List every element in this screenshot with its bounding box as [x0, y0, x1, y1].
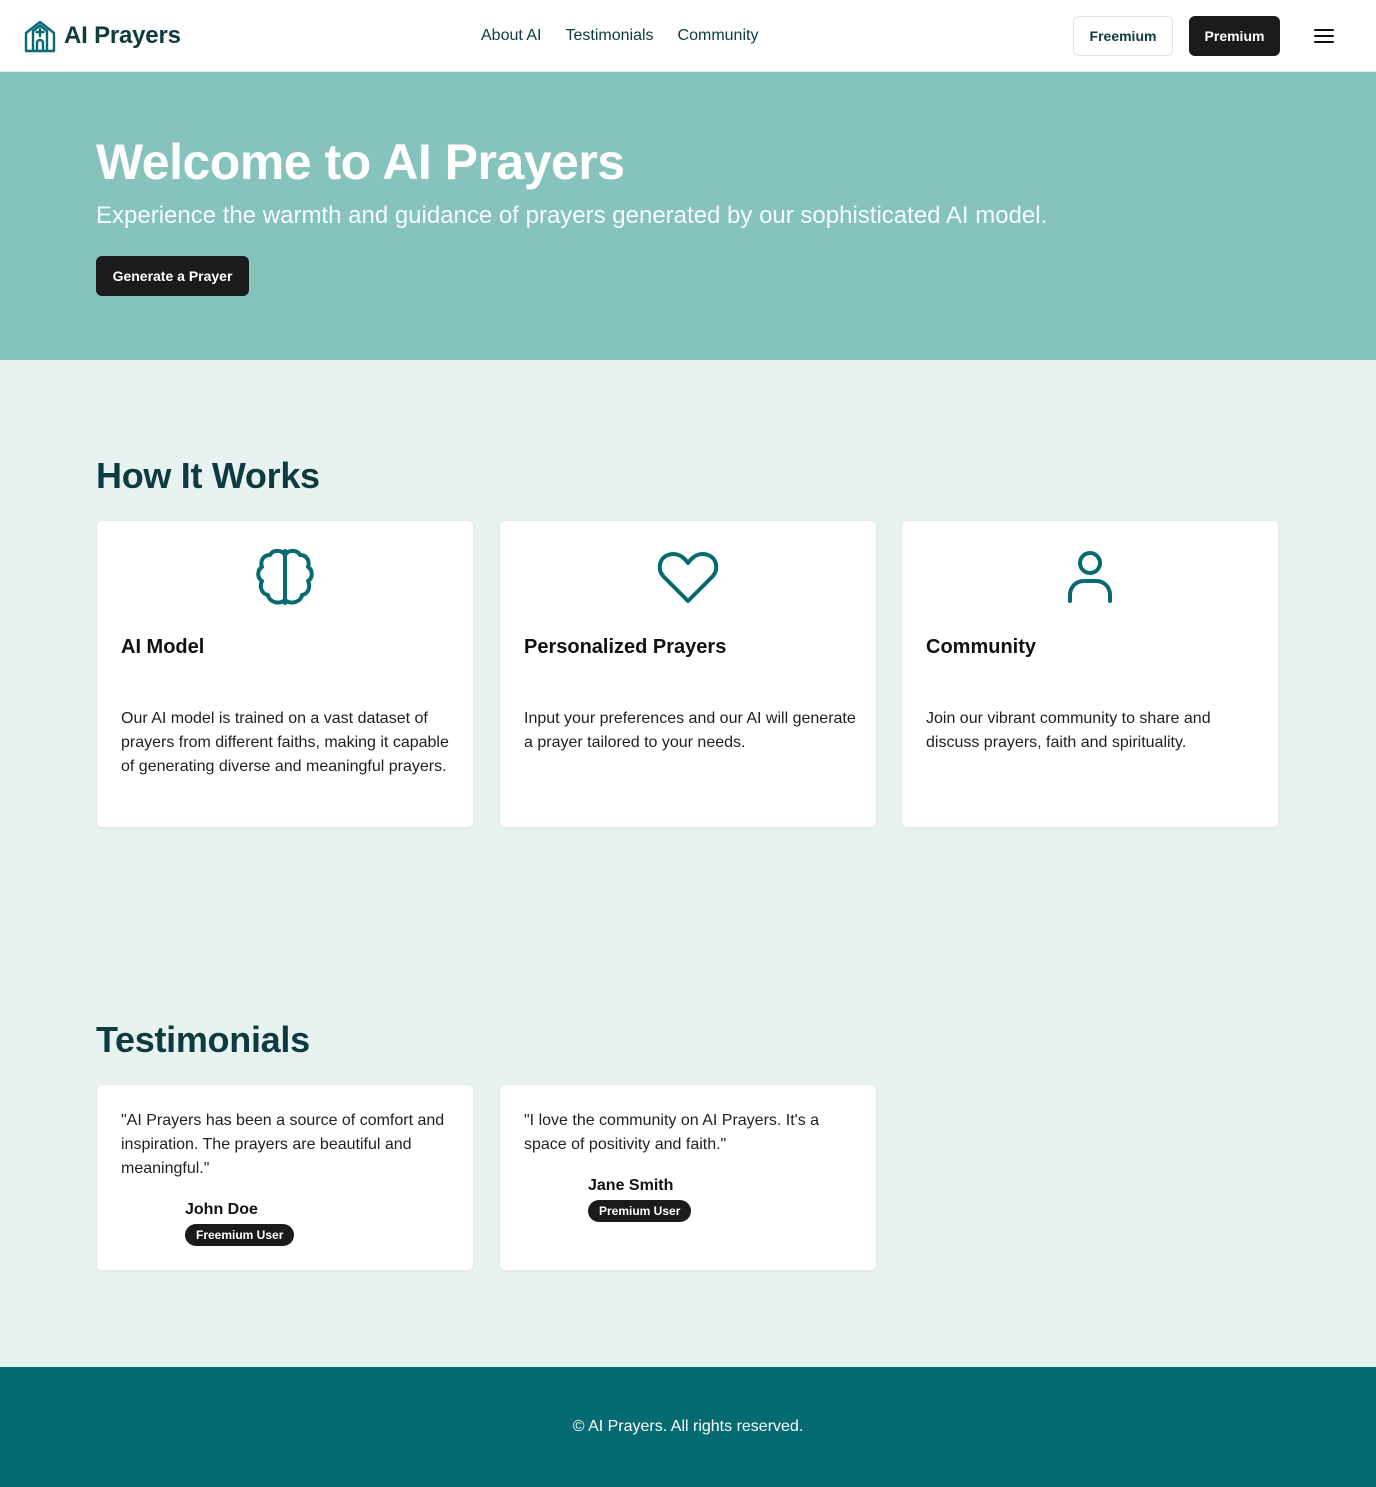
- hero-title: Welcome to AI Prayers: [96, 134, 625, 190]
- brand-link[interactable]: AI Prayers: [24, 18, 181, 54]
- testimonial-author: John Doe: [185, 1201, 258, 1218]
- testimonial-card: "AI Prayers has been a source of comfort…: [96, 1084, 474, 1271]
- brand-name: AI Prayers: [64, 22, 181, 49]
- hero-subtitle: Experience the warmth and guidance of pr…: [96, 202, 1048, 229]
- nav-community[interactable]: Community: [678, 24, 759, 48]
- testimonial-author: Jane Smith: [588, 1177, 674, 1194]
- testimonial-quote: "I love the community on AI Prayers. It'…: [524, 1112, 820, 1153]
- feature-card-community: Community Join our vibrant community to …: [901, 520, 1279, 828]
- nav-testimonials[interactable]: Testimonials: [566, 24, 654, 48]
- brain-icon: [256, 548, 314, 605]
- freemium-button[interactable]: Freemium: [1073, 16, 1173, 56]
- feature-text: Our AI model is trained on a vast datase…: [121, 710, 449, 775]
- top-header: AI Prayers About AI Testimonials Communi…: [0, 0, 1376, 72]
- feature-card-ai-model: AI Model Our AI model is trained on a va…: [96, 520, 474, 828]
- page-footer: © AI Prayers. All rights reserved.: [0, 1367, 1376, 1487]
- nav-about-ai[interactable]: About AI: [481, 24, 542, 48]
- generate-prayer-button[interactable]: Generate a Prayer: [96, 256, 249, 296]
- church-icon: [24, 20, 56, 53]
- feature-title: Personalized Prayers: [524, 636, 727, 658]
- feature-title: AI Model: [121, 636, 205, 658]
- footer-copyright: © AI Prayers. All rights reserved.: [572, 1418, 804, 1435]
- main-nav: About AI Testimonials Community: [481, 24, 758, 48]
- testimonials-title: Testimonials: [96, 1019, 310, 1060]
- heart-icon: [657, 552, 719, 603]
- feature-title: Community: [926, 636, 1036, 658]
- feature-text: Join our vibrant community to share and …: [926, 710, 1211, 751]
- status-badge: Premium User: [588, 1200, 692, 1222]
- testimonial-card: "I love the community on AI Prayers. It'…: [499, 1084, 877, 1271]
- hero-section: Welcome to AI Prayers Experience the war…: [0, 72, 1376, 360]
- premium-button[interactable]: Premium: [1189, 16, 1280, 56]
- feature-text: Input your preferences and our AI will g…: [524, 710, 856, 751]
- feature-card-personalized-prayers: Personalized Prayers Input your preferen…: [499, 520, 877, 828]
- user-icon: [1068, 551, 1112, 603]
- menu-icon[interactable]: [1312, 26, 1336, 46]
- how-it-works-title: How It Works: [96, 455, 320, 496]
- testimonial-quote: "AI Prayers has been a source of comfort…: [121, 1112, 445, 1177]
- status-badge: Freemium User: [185, 1224, 295, 1246]
